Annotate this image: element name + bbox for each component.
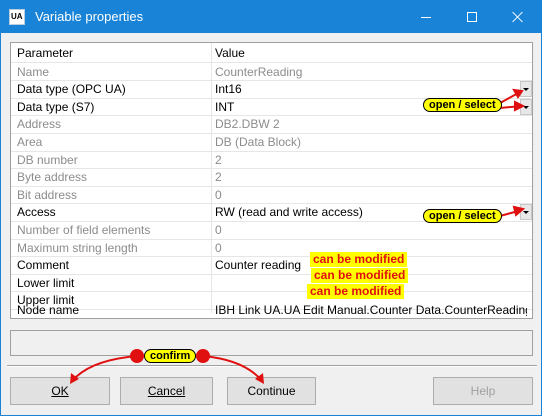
row-max-string-length[interactable]: Maximum string length 0 [11, 240, 532, 258]
confirm-callout: confirm [144, 349, 197, 363]
row-byte-address[interactable]: Byte address 2 [11, 169, 532, 187]
row-db-number[interactable]: DB number 2 [11, 152, 532, 170]
value-field: DB (Data Block) [215, 135, 302, 149]
param-label: Address [17, 117, 62, 132]
row-comment[interactable]: Comment Counter reading [11, 257, 532, 275]
maximize-icon [467, 12, 477, 22]
open-select-callout-1: open / select [423, 98, 502, 112]
ok-button-label: OK [51, 384, 69, 398]
value-field: CounterReading [215, 64, 303, 79]
row-address[interactable]: Address DB2.DBW 2 [11, 116, 532, 134]
param-label: Maximum string length [17, 240, 138, 255]
param-label: Name [17, 64, 50, 79]
node-name-value-field[interactable]: IBH Link UA.UA Edit Manual.Counter Data.… [215, 302, 527, 319]
can-be-modified-callout-3: can be modified [307, 284, 405, 299]
row-name[interactable]: Name CounterReading [11, 64, 532, 82]
param-label: DB number [17, 152, 78, 167]
dropdown-arrow-icon[interactable] [520, 81, 532, 98]
row-bit-address[interactable]: Bit address 0 [11, 187, 532, 205]
header-value: Value [215, 46, 245, 60]
maximize-button[interactable] [449, 1, 495, 33]
param-label: Bit address [17, 187, 78, 202]
cancel-button-label: Cancel [147, 384, 186, 398]
value-field: 0 [215, 223, 222, 237]
grid-header-row: Parameter Value [11, 45, 532, 63]
continue-button[interactable]: Continue [227, 377, 316, 405]
param-label: Access [17, 205, 56, 220]
param-label: Data type (S7) [17, 99, 95, 114]
continue-button-label: Continue [247, 384, 296, 398]
header-parameter: Parameter [17, 46, 74, 60]
help-button-label: Help [470, 384, 496, 398]
minimize-button[interactable] [403, 1, 449, 33]
window-title: Variable properties [35, 9, 144, 24]
value-field: 2 [215, 170, 222, 185]
property-grid[interactable]: Parameter Value Name CounterReading Data… [10, 42, 533, 319]
cancel-button[interactable]: Cancel [120, 377, 213, 405]
value-field: 0 [215, 187, 222, 202]
separator-line [7, 365, 537, 367]
value-field[interactable]: Int16 [215, 81, 515, 98]
row-field-elements[interactable]: Number of field elements 0 [11, 222, 532, 240]
param-label: Comment [17, 258, 70, 273]
dropdown-arrow-icon[interactable] [520, 98, 532, 115]
close-icon [512, 11, 524, 23]
row-lower-limit[interactable]: Lower limit [11, 275, 532, 293]
param-label: Node name [17, 303, 80, 317]
can-be-modified-callout-1: can be modified [310, 252, 408, 267]
can-be-modified-callout-2: can be modified [311, 268, 409, 283]
app-icon: UA [9, 9, 25, 25]
row-area[interactable]: Area DB (Data Block) [11, 134, 532, 152]
minimize-icon [421, 16, 431, 18]
close-button[interactable] [495, 1, 541, 33]
variable-properties-dialog: UA Variable properties Parameter Value N… [0, 0, 542, 416]
help-button[interactable]: Help [433, 377, 533, 405]
row-node-name-content[interactable]: Node name IBH Link UA.UA Edit Manual.Cou… [11, 302, 532, 319]
param-label: Area [17, 135, 43, 149]
param-label: Number of field elements [17, 223, 151, 237]
value-field: DB2.DBW 2 [215, 117, 280, 132]
param-label: Byte address [17, 170, 88, 185]
param-label: Lower limit [17, 275, 75, 290]
title-bar[interactable]: UA Variable properties [1, 1, 541, 33]
dropdown-arrow-icon[interactable] [520, 204, 532, 221]
param-label: Data type (OPC UA) [17, 82, 126, 97]
ok-button[interactable]: OK [10, 377, 110, 405]
row-data-type-opcua[interactable]: Data type (OPC UA) Int16 [11, 81, 532, 99]
value-field: 2 [215, 152, 222, 167]
status-field [10, 330, 533, 356]
app-icon-label: UA [11, 12, 23, 21]
open-select-callout-2: open / select [423, 209, 502, 223]
